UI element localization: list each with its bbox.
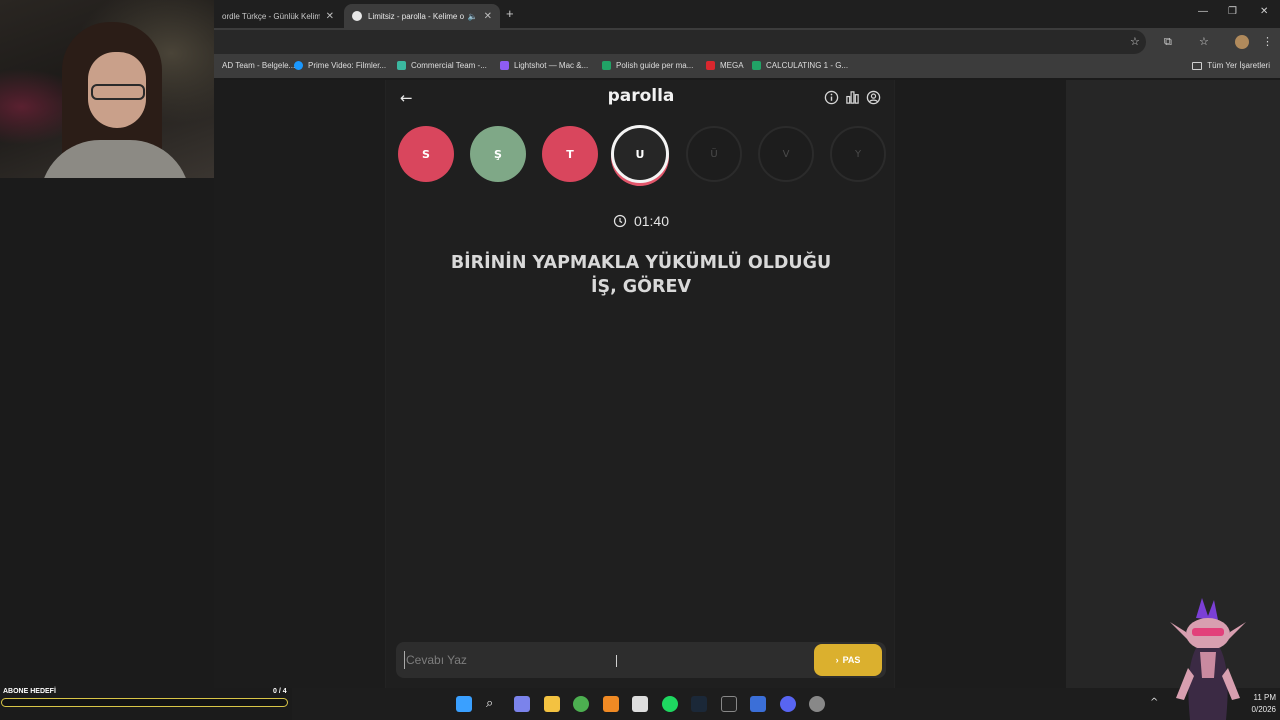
screen: ordle Türkçe - Günlük Kelime ✕ Limitsiz … (0, 0, 1280, 720)
answer-bar: › PAS (396, 642, 886, 678)
bookmarks-bar: AD Team - Belgele... Prime Video: Filmle… (214, 56, 1280, 78)
all-bookmarks-button[interactable]: Tüm Yer İşaretleri (1192, 61, 1270, 70)
clock-icon (613, 214, 627, 228)
info-icon[interactable] (824, 90, 839, 105)
discord-icon[interactable] (780, 696, 796, 712)
bookmark-item[interactable]: AD Team - Belgele... (222, 61, 295, 70)
tab-parolla[interactable]: Limitsiz - parolla - Kelime o 🔈 ✕ (344, 4, 500, 28)
countdown-timer: 01:40 (386, 213, 896, 229)
bookmarks-manager-icon[interactable]: ☆ (1199, 35, 1209, 48)
obs-icon[interactable] (809, 696, 825, 712)
subscriber-goal-widget: ABONE HEDEFİ 0 / 4 (0, 686, 292, 716)
tab-wordle[interactable]: ordle Türkçe - Günlük Kelime ✕ (214, 4, 342, 28)
chrome-icon[interactable] (573, 696, 589, 712)
app-title: parolla (607, 86, 675, 106)
letter-circle-pending: Y (830, 126, 886, 182)
stats-bar-chart-icon[interactable] (845, 90, 860, 105)
clock-time: 11 PM (1253, 693, 1276, 702)
goal-progress-bar (1, 698, 288, 707)
speaker-icon[interactable]: 🔈 (468, 12, 478, 21)
bookmark-label: Prime Video: Filmler... (308, 61, 387, 70)
browser-toolbar: ☆ ⧉ ☆ ⋮ (214, 28, 1280, 56)
pass-label: PAS (842, 655, 861, 665)
tab-title: ordle Türkçe - Günlük Kelime (222, 11, 320, 21)
letter-circle-pending: V (758, 126, 814, 182)
profile-avatar[interactable] (1235, 35, 1249, 49)
menu-kebab-icon[interactable]: ⋮ (1262, 35, 1273, 48)
tab-title: Limitsiz - parolla - Kelime o (368, 11, 464, 21)
letter-progress-row: S Ş T U Ü V Y (396, 124, 886, 184)
extensions-icon[interactable]: ⧉ (1164, 35, 1172, 49)
bookmark-label: Lightshot — Mac &... (514, 61, 589, 70)
pass-button[interactable]: › PAS (814, 644, 882, 676)
teams-icon[interactable] (514, 696, 530, 712)
bookmark-favicon-icon (602, 61, 611, 70)
spotify-icon[interactable] (662, 696, 678, 712)
letter-circle-pending: Ü (686, 126, 742, 182)
windows-taskbar: ⌕ ^ 11 PM 0/2026 (292, 688, 1280, 720)
restore-icon[interactable]: ❐ (1228, 6, 1237, 17)
close-tab-icon[interactable]: ✕ (326, 11, 334, 22)
letter-circle-wrong: S (398, 126, 454, 182)
bookmark-label: Polish guide per ma... (616, 61, 694, 70)
bookmark-label: AD Team - Belgele... (222, 61, 296, 70)
letter-circle-wrong: T (542, 126, 598, 182)
question-line: İŞ, GÖREV (590, 277, 692, 297)
bookmark-item[interactable]: Polish guide per ma... (602, 61, 693, 70)
bookmark-item[interactable]: Commercial Team -... (397, 61, 487, 70)
sublime-icon[interactable] (603, 696, 619, 712)
close-window-icon[interactable]: ✕ (1260, 6, 1268, 17)
bookmark-item[interactable]: CALCULATING 1 - G... (752, 61, 848, 70)
goal-label: ABONE HEDEFİ (3, 688, 56, 695)
bookmark-item[interactable]: MEGA (706, 61, 744, 70)
bookmark-favicon-icon (752, 61, 761, 70)
page-margin (1066, 80, 1280, 688)
game-card: ← parolla S Ş T U Ü V Y 01:40 BİRİNİN YA… (385, 80, 895, 688)
header-actions (824, 90, 881, 105)
question-text: BİRİNİN YAPMAKLA YÜKÜMLÜ OLDUĞU İŞ, GÖRE… (416, 251, 866, 299)
answer-input[interactable] (404, 651, 784, 669)
bookmark-item[interactable]: Prime Video: Filmler... (294, 61, 386, 70)
address-bar[interactable] (214, 30, 1146, 54)
notepad-icon[interactable] (632, 696, 648, 712)
folder-icon (1192, 61, 1203, 70)
browser-tab-strip: ordle Türkçe - Günlük Kelime ✕ Limitsiz … (214, 0, 1280, 28)
bookmark-favicon-icon (500, 61, 509, 70)
minimize-icon[interactable]: — (1198, 6, 1208, 17)
webcam-feed (0, 0, 214, 178)
bookmark-favicon-icon (397, 61, 406, 70)
page-viewport: ← parolla S Ş T U Ü V Y 01:40 BİRİNİN YA… (214, 80, 1280, 688)
system-clock[interactable]: 11 PM 0/2026 (1252, 692, 1276, 716)
bookmark-label: Commercial Team -... (411, 61, 487, 70)
bookmark-label: MEGA (720, 61, 744, 70)
clock-date: 0/2026 (1251, 705, 1276, 714)
steam-icon[interactable] (691, 696, 707, 712)
all-bookmarks-label: Tüm Yer İşaretleri (1207, 61, 1270, 70)
bookmark-favicon-icon (706, 61, 715, 70)
battlenet-icon[interactable] (750, 696, 766, 712)
epic-games-icon[interactable] (721, 696, 737, 712)
letter-circle-correct: Ş (470, 126, 526, 182)
file-explorer-icon[interactable] (544, 696, 560, 712)
goal-count: 0 / 4 (273, 688, 287, 695)
bookmark-star-icon[interactable]: ☆ (1130, 35, 1140, 48)
bookmark-label: CALCULATING 1 - G... (766, 61, 849, 70)
bookmark-item[interactable]: Lightshot — Mac &... (500, 61, 588, 70)
letter-circle-current: U (611, 125, 669, 183)
favicon-icon (352, 11, 362, 21)
new-tab-icon[interactable]: + (506, 6, 514, 21)
close-tab-icon[interactable]: ✕ (484, 11, 492, 22)
user-account-icon[interactable] (866, 90, 881, 105)
chevron-right-icon: › (835, 655, 839, 665)
tray-expand-icon[interactable]: ^ (1150, 697, 1158, 708)
mouse-ibeam-cursor (616, 655, 622, 667)
timer-value: 01:40 (633, 213, 670, 229)
bookmark-favicon-icon (294, 61, 303, 70)
windows-start-icon[interactable] (456, 696, 472, 712)
question-line: BİRİNİN YAPMAKLA YÜKÜMLÜ OLDUĞU (450, 253, 832, 273)
search-icon[interactable]: ⌕ (486, 696, 502, 712)
stream-mascot-image (1170, 598, 1246, 720)
